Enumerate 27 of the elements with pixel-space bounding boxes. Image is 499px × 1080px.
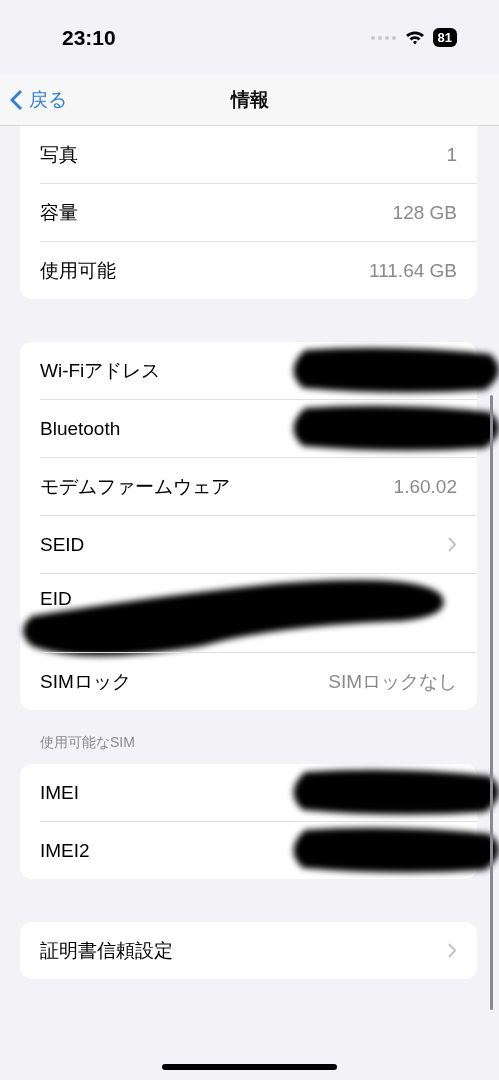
- signal-icon: [370, 35, 397, 40]
- row-label: SIMロック: [40, 669, 131, 694]
- row-label: SEID: [40, 533, 85, 556]
- chevron-icon: [447, 536, 457, 553]
- row-value: 1.60.02: [393, 475, 457, 498]
- row-label: モデムファームウェア: [40, 474, 230, 499]
- wifi-icon: [404, 30, 425, 45]
- row-label: Bluetooth: [40, 417, 121, 440]
- back-chevron-icon: [10, 89, 23, 111]
- row-label: Wi-Fiアドレス: [40, 358, 161, 383]
- section-header: 使用可能なSIM: [39, 733, 136, 752]
- row-label: 写真: [40, 142, 78, 167]
- row-label: EID: [40, 588, 72, 610]
- nav-title: 情報: [230, 88, 269, 112]
- battery-indicator: 81: [432, 28, 457, 47]
- status-time: 23:10: [62, 25, 116, 50]
- row-label: 容量: [40, 200, 78, 225]
- row-value: 128 GB: [392, 201, 457, 224]
- back-button[interactable]: 戻る: [10, 87, 67, 113]
- row-label: 証明書信頼設定: [40, 938, 173, 963]
- row-value: 111.64 GB: [368, 259, 457, 282]
- row-value: 1: [446, 143, 457, 166]
- row-value: SIMロックなし: [328, 669, 457, 694]
- row-label: IMEI: [40, 781, 80, 804]
- chevron-icon: [447, 942, 457, 959]
- row-label: IMEI2: [40, 839, 90, 862]
- row-label: 使用可能: [40, 258, 116, 283]
